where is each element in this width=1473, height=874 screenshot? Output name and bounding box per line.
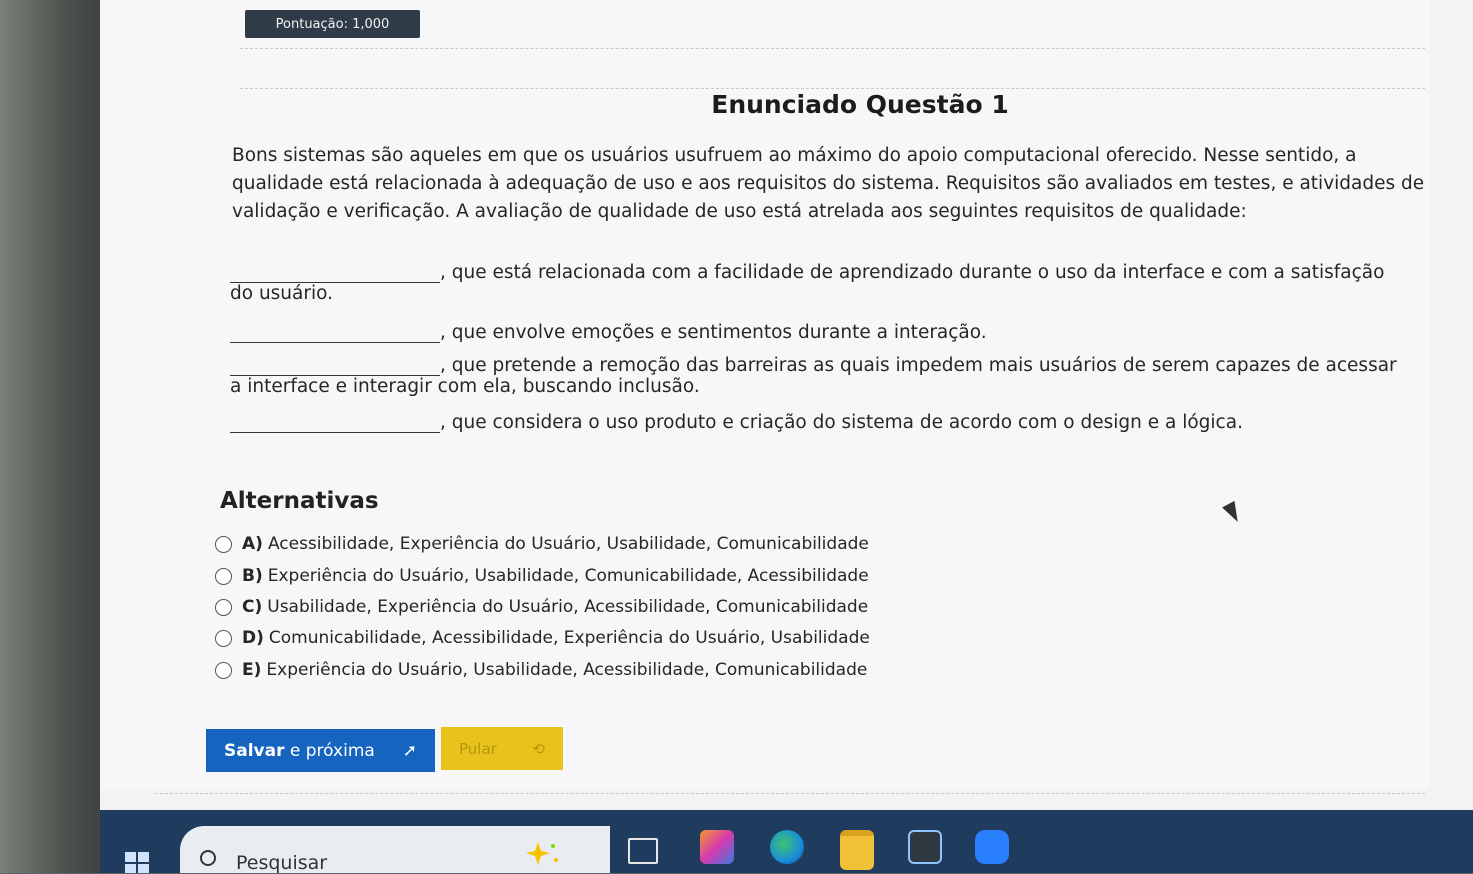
radio-button[interactable] xyxy=(215,535,232,553)
gap-item: , que envolve emoções e sentimentos dura… xyxy=(230,322,987,343)
option-text: Usabilidade, Experiência do Usuário, Ace… xyxy=(267,597,869,617)
question-statement: Bons sistemas são aqueles em que os usuá… xyxy=(232,142,1432,238)
radio-button[interactable] xyxy=(215,567,232,585)
option-text: Experiência do Usuário, Usabilidade, Ace… xyxy=(266,660,868,680)
arrow-icon: ➚ xyxy=(402,740,417,761)
save-label: Salvar e próxima xyxy=(224,740,375,761)
option-a[interactable]: A) Acessibilidade, Experiência do Usuári… xyxy=(215,534,869,554)
blank-line xyxy=(230,416,440,433)
score-badge: Pontuação: 1,000 xyxy=(245,10,420,38)
blank-line xyxy=(230,326,440,343)
edge-browser-icon[interactable] xyxy=(770,830,804,864)
option-letter: E) xyxy=(242,660,262,680)
skip-label: Pular xyxy=(459,739,497,758)
option-text: Acessibilidade, Experiência do Usuário, … xyxy=(267,534,869,554)
sparkle-icon xyxy=(526,842,558,865)
gap-text: , que considera o uso produto e criação … xyxy=(440,412,1243,433)
option-letter: A) xyxy=(242,534,263,554)
gap-item: , que considera o uso produto e criação … xyxy=(230,412,1243,433)
gap-item: , que está relacionada com a facilidade … xyxy=(230,262,1410,304)
file-explorer-icon[interactable] xyxy=(840,830,874,870)
windows-start-icon[interactable] xyxy=(125,852,149,873)
gap-text: , que envolve emoções e sentimentos dura… xyxy=(440,322,987,343)
option-letter: B) xyxy=(242,566,263,586)
skip-button[interactable]: Pular ⟲ xyxy=(441,727,563,770)
option-e[interactable]: E) Experiência do Usuário, Usabilidade, … xyxy=(215,660,867,680)
option-text: Comunicabilidade, Acessibilidade, Experi… xyxy=(268,628,870,648)
clock-icon: ⟲ xyxy=(532,739,545,758)
divider xyxy=(240,88,1425,89)
option-letter: C) xyxy=(242,597,263,617)
copilot-app-icon[interactable] xyxy=(700,830,734,864)
divider xyxy=(155,793,1425,794)
option-c[interactable]: C) Usabilidade, Experiência do Usuário, … xyxy=(215,597,868,617)
question-title: Enunciado Questão 1 xyxy=(711,90,1009,119)
save-next-button[interactable]: Salvar e próxima ➚ xyxy=(206,729,435,772)
radio-button[interactable] xyxy=(215,598,232,616)
divider xyxy=(240,48,1425,49)
blank-line xyxy=(230,266,440,283)
option-b[interactable]: B) Experiência do Usuário, Usabilidade, … xyxy=(215,566,869,586)
radio-button[interactable] xyxy=(215,629,232,647)
gap-item: , que pretende a remoção das barreiras a… xyxy=(230,355,1410,397)
store-icon[interactable] xyxy=(908,830,942,864)
blank-line xyxy=(230,359,440,376)
option-text: Experiência do Usuário, Usabilidade, Com… xyxy=(267,566,869,586)
option-d[interactable]: D) Comunicabilidade, Acessibilidade, Exp… xyxy=(215,628,870,648)
option-letter: D) xyxy=(242,628,264,648)
radio-button[interactable] xyxy=(215,661,232,679)
search-icon xyxy=(200,850,216,866)
search-input[interactable]: Pesquisar xyxy=(236,852,327,874)
skype-icon[interactable] xyxy=(975,830,1009,864)
alternatives-title: Alternativas xyxy=(220,488,379,514)
statement-text: Bons sistemas são aqueles em que os usuá… xyxy=(232,145,1425,222)
task-view-icon[interactable] xyxy=(628,838,658,864)
